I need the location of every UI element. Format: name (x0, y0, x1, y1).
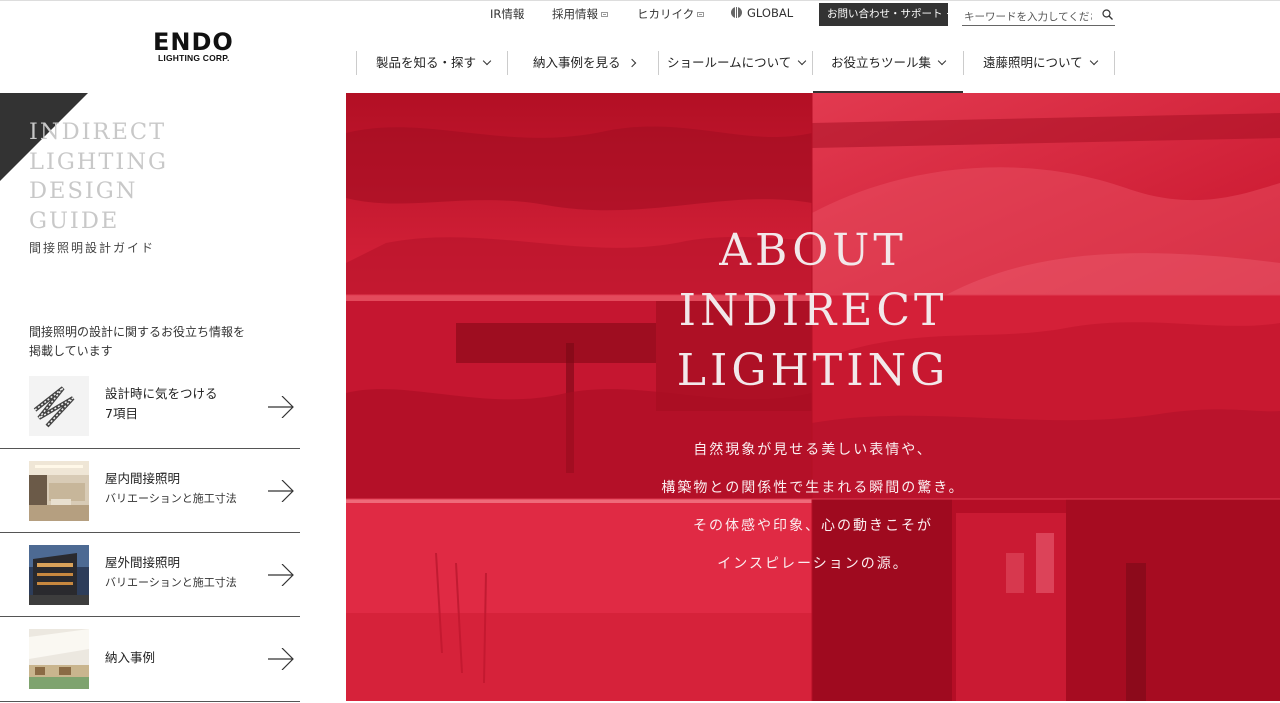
global-link-label: GLOBAL (747, 6, 794, 20)
hero-copy-line: 構築物との関係性で生まれる瞬間の驚き。 (661, 480, 965, 496)
hero-section: ABOUT INDIRECT LIGHTING 自然現象が見せる美しい表情や、 … (346, 93, 1280, 701)
recruit-link[interactable]: 採用情報 (552, 6, 608, 22)
nav-tools-label: お役立ちツール集 (831, 55, 932, 70)
hikariiku-link[interactable]: ヒカリイク (637, 6, 705, 22)
nav-divider (658, 51, 659, 75)
menu-item-cases[interactable]: 納入事例 (0, 617, 300, 702)
menu-item-subtitle: バリエーションと施工寸法 (105, 576, 237, 589)
contact-support-button[interactable]: お問い合わせ・サポート → (819, 3, 955, 26)
chevron-down-icon (482, 56, 492, 66)
ir-link-label: IR情報 (490, 7, 525, 21)
intro-line: 間接照明の設計に関するお役立ち情報を (29, 325, 246, 339)
globe-icon (731, 7, 742, 18)
nav-divider (812, 51, 813, 75)
arrow-right-icon (268, 564, 294, 586)
hero-copy-line: その体感や印象、心の動きこそが (693, 518, 933, 534)
hikariiku-link-label: ヒカリイク (637, 7, 695, 21)
nav-tools[interactable]: お役立ちツール集 (812, 51, 964, 94)
guide-subtitle: 間接照明設計ガイド (29, 241, 156, 255)
menu-item-text: 設計時に気をつける 7項目 (105, 384, 218, 424)
arrow-right-icon (268, 480, 294, 502)
nav-cases[interactable]: 納入事例を見る (533, 51, 636, 94)
hero-copy-line: インスピレーションの源。 (717, 556, 909, 572)
chevron-right-icon (627, 58, 636, 68)
nav-products-label: 製品を知る・探す (376, 55, 477, 70)
external-link-icon (601, 12, 608, 17)
chevron-down-icon (1089, 56, 1098, 66)
logo-subtitle: LIGHTING CORP. (158, 53, 230, 63)
menu-item-text: 屋内間接照明 バリエーションと施工寸法 (105, 469, 237, 509)
guide-intro: 間接照明の設計に関するお役立ち情報を 掲載しています (29, 323, 279, 360)
nav-cases-label: 納入事例を見る (533, 55, 621, 70)
exterior-photo (29, 545, 89, 605)
guide-title: INDIRECT LIGHTING DESIGN GUIDE (29, 119, 168, 234)
arrow-right-icon: → (946, 8, 956, 20)
chevron-down-icon (798, 56, 807, 66)
intro-line: 掲載しています (29, 343, 113, 358)
ir-link[interactable]: IR情報 (490, 6, 524, 22)
menu-item-title: 納入事例 (105, 650, 156, 665)
contact-button-label: お問い合わせ・サポート (827, 8, 943, 20)
menu-item-text: 屋外間接照明 バリエーションと施工寸法 (105, 553, 237, 593)
hero-title: ABOUT INDIRECT LIGHTING (676, 225, 950, 396)
nav-about[interactable]: 遠藤照明について (983, 51, 1098, 94)
site-header: ENDO LIGHTING CORP. IR情報 採用情報 ヒカリイク GLOB… (0, 0, 1280, 94)
search-box (962, 5, 1115, 27)
ruler-icon (29, 376, 89, 436)
menu-item-title: 設計時に気をつける (105, 386, 218, 401)
recruit-link-label: 採用情報 (552, 7, 598, 21)
interior-photo (29, 461, 89, 521)
menu-item-text: 納入事例 (105, 648, 155, 668)
menu-item-subtitle: 7項目 (105, 406, 138, 421)
nav-about-label: 遠藤照明について (983, 55, 1083, 70)
menu-item-title: 屋内間接照明 (105, 471, 181, 486)
menu-item-outdoor[interactable]: 屋外間接照明 バリエーションと施工寸法 (0, 533, 300, 617)
search-input[interactable] (962, 7, 1092, 27)
guide-sidebar: INDIRECT LIGHTING DESIGN GUIDE 間接照明設計ガイド… (0, 93, 346, 703)
nav-divider (963, 51, 964, 75)
menu-item-title: 屋外間接照明 (105, 555, 181, 570)
arrow-right-icon (268, 648, 294, 670)
menu-item-seven-points[interactable]: 設計時に気をつける 7項目 (0, 366, 300, 449)
nav-showroom[interactable]: ショールームについて (667, 51, 807, 94)
logo-wordmark: ENDO (153, 28, 234, 56)
menu-item-subtitle: バリエーションと施工寸法 (105, 492, 237, 505)
nav-products[interactable]: 製品を知る・探す (376, 51, 492, 94)
nav-divider (1114, 51, 1115, 75)
search-icon[interactable] (1102, 9, 1113, 20)
nav-divider (356, 51, 357, 75)
case-photo (29, 629, 89, 689)
nav-divider (507, 51, 508, 75)
arrow-right-icon (268, 396, 294, 418)
chevron-down-icon (937, 56, 947, 66)
external-link-icon (697, 12, 705, 17)
menu-item-indoor[interactable]: 屋内間接照明 バリエーションと施工寸法 (0, 449, 300, 533)
endo-logo[interactable]: ENDO LIGHTING CORP. (153, 28, 255, 67)
hero-copy-line: 自然現象が見せる美しい表情や、 (693, 442, 933, 458)
global-link[interactable]: GLOBAL (731, 6, 793, 20)
nav-showroom-label: ショールームについて (667, 55, 792, 70)
hero-copy: 自然現象が見せる美しい表情や、 構築物との関係性で生まれる瞬間の驚き。 その体感… (346, 431, 1280, 583)
